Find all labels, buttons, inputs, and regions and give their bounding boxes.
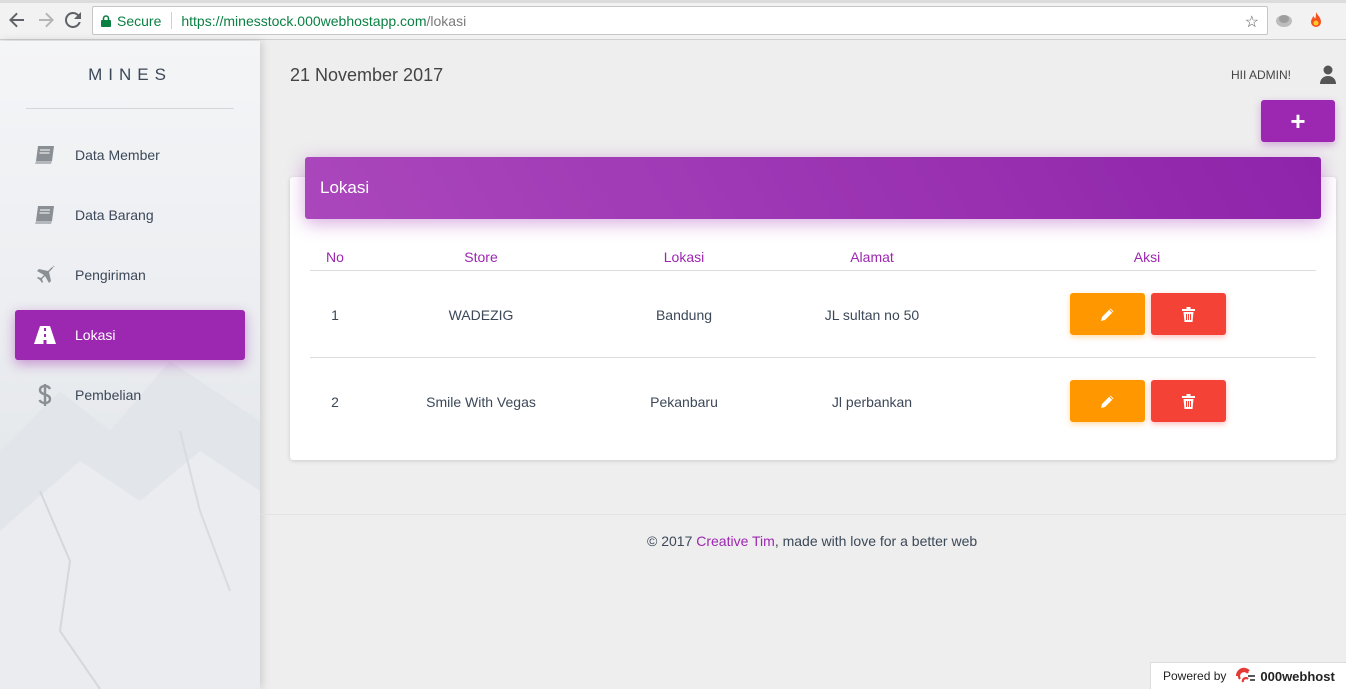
cell-alamat: JL sultan no 50 (824, 307, 920, 323)
trash-icon (1182, 306, 1195, 322)
delete-button[interactable] (1151, 293, 1226, 335)
plane-icon (32, 262, 58, 288)
url-host: https://minesstock.000webhostapp.com (181, 12, 427, 29)
url-text[interactable]: https://minesstock.000webhostapp.com/lok… (172, 13, 466, 29)
powered-brand: 000webhost (1260, 668, 1335, 684)
book-icon (32, 142, 58, 168)
sidebar-item-data-member[interactable]: Data Member (15, 130, 245, 180)
back-button[interactable] (7, 10, 27, 30)
cell-no: 2 (331, 394, 339, 410)
add-location-button[interactable]: + (1261, 100, 1335, 142)
pencil-icon (1101, 308, 1114, 321)
column-header-aksi: Aksi (1133, 249, 1161, 265)
sidebar-item-label: Pembelian (75, 387, 142, 403)
user-icon[interactable] (1320, 65, 1336, 84)
hosting-badge[interactable]: Powered by 000webhost (1150, 662, 1346, 689)
card-header: Lokasi (305, 157, 1321, 219)
sidebar-item-pembelian[interactable]: Pembelian (15, 370, 245, 420)
cell-lokasi: Bandung (655, 307, 713, 323)
forward-button[interactable] (36, 10, 56, 30)
cell-no: 1 (331, 307, 339, 323)
footer-link[interactable]: Creative Tim (696, 533, 775, 549)
bookmark-star-icon[interactable]: ☆ (1245, 12, 1259, 32)
cell-alamat: Jl perbankan (831, 394, 913, 410)
logo-divider (26, 108, 234, 109)
secure-indicator[interactable]: Secure (93, 12, 173, 29)
address-bar[interactable]: Secure https://minesstock.000webhostapp.… (92, 6, 1268, 35)
sidebar-item-label: Data Member (75, 147, 160, 163)
user-greeting: HII ADMIN! (1231, 68, 1292, 82)
edit-button[interactable] (1070, 380, 1145, 422)
arrow-left-icon (9, 12, 24, 28)
column-header-store: Store (464, 249, 498, 265)
lock-icon (101, 14, 111, 27)
extension-icon[interactable] (1275, 12, 1293, 28)
footer: © 2017 Creative Tim, made with love for … (647, 533, 977, 549)
arrow-right-icon (39, 12, 54, 28)
sidebar-item-label: Pengiriman (75, 267, 146, 283)
edit-button[interactable] (1070, 293, 1145, 335)
sidebar: MINES Data Member Data Barang Pengiriman… (0, 41, 260, 689)
footer-prefix: © 2017 (647, 533, 697, 549)
cell-lokasi: Pekanbaru (650, 394, 718, 410)
footer-divider (260, 514, 1346, 515)
column-header-no: No (326, 249, 344, 265)
sidebar-item-label: Lokasi (75, 327, 116, 343)
book-icon (32, 202, 58, 228)
secure-label: Secure (117, 12, 162, 29)
road-icon (32, 322, 58, 348)
url-path: /lokasi (426, 12, 467, 29)
fire-extension-icon[interactable] (1307, 11, 1325, 29)
pencil-icon (1101, 395, 1114, 408)
delete-button[interactable] (1151, 380, 1226, 422)
card-title: Lokasi (320, 178, 370, 197)
app-logo[interactable]: MINES (0, 65, 260, 85)
footer-suffix: , made with love for a better web (774, 533, 978, 549)
trash-icon (1182, 393, 1195, 409)
cell-store: Smile With Vegas (426, 394, 536, 410)
sidebar-item-pengiriman[interactable]: Pengiriman (15, 250, 245, 300)
table-header-divider (310, 270, 1316, 271)
dollar-icon (32, 382, 58, 408)
reload-button[interactable] (63, 10, 83, 30)
host-logo-icon (1236, 667, 1256, 683)
tab-strip (0, 0, 1346, 3)
powered-label: Powered by (1163, 669, 1227, 683)
column-header-alamat: Alamat (850, 249, 894, 265)
sidebar-item-data-barang[interactable]: Data Barang (15, 190, 245, 240)
table-row-divider (310, 357, 1316, 358)
browser-toolbar: Secure https://minesstock.000webhostapp.… (0, 0, 1346, 40)
sidebar-item-label: Data Barang (75, 207, 154, 223)
reload-icon (65, 12, 81, 28)
sidebar-item-lokasi[interactable]: Lokasi (15, 310, 245, 360)
cell-store: WADEZIG (448, 307, 514, 323)
column-header-lokasi: Lokasi (663, 249, 705, 265)
page-date: 21 November 2017 (290, 65, 444, 85)
